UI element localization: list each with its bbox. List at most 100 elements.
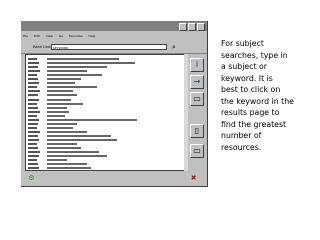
result-tag <box>28 110 40 113</box>
result-tag <box>28 122 38 125</box>
result-text <box>47 66 107 69</box>
result-text <box>47 78 81 81</box>
result-text <box>47 147 81 150</box>
result-text <box>47 86 97 89</box>
result-tag <box>28 78 38 81</box>
result-tag <box>28 126 37 129</box>
menu-edit[interactable]: Edit <box>34 32 40 40</box>
result-row[interactable] <box>28 166 180 170</box>
search-label: Read Line: <box>33 45 52 49</box>
result-text <box>47 134 111 137</box>
result-text <box>47 126 73 129</box>
result-text <box>47 90 73 93</box>
result-text <box>47 58 119 60</box>
result-text <box>47 94 77 97</box>
result-text <box>47 130 87 133</box>
result-tag <box>28 94 38 97</box>
menu-favorites[interactable]: Favorites <box>69 32 83 40</box>
search-input[interactable]: KEYWORD <box>51 44 167 50</box>
result-text <box>47 114 65 117</box>
menu-bar: File Edit View Go Favorites Help <box>23 32 205 40</box>
result-tag <box>28 102 37 105</box>
note-line: find the greatest <box>221 119 287 129</box>
result-tag <box>28 66 38 69</box>
document-button[interactable]: ▯ <box>190 124 204 138</box>
note-line: the keyword in the <box>221 96 294 106</box>
title-bar <box>21 21 207 31</box>
result-text <box>47 151 99 154</box>
result-tag <box>28 86 37 89</box>
note-line: a subject or <box>221 62 267 71</box>
result-tag <box>28 106 38 109</box>
document-icon: ▯ <box>194 126 200 135</box>
result-tag <box>28 163 38 166</box>
result-text <box>47 118 137 121</box>
result-text <box>47 74 102 77</box>
note-line: keyword. It is <box>221 73 273 83</box>
menu-help[interactable]: Help <box>89 32 96 40</box>
result-tag <box>28 134 38 137</box>
close-button[interactable] <box>197 23 205 31</box>
result-text <box>47 167 91 170</box>
result-tag <box>28 159 37 162</box>
result-tag <box>28 70 40 73</box>
binoculars-icon[interactable]: ⌕ <box>172 44 176 51</box>
result-text <box>47 122 77 125</box>
menu-file[interactable]: File <box>23 32 28 40</box>
menu-go[interactable]: Go <box>59 32 63 40</box>
result-text <box>47 155 107 158</box>
paper-icon: ▭ <box>193 146 201 155</box>
note-line: results page to <box>221 108 280 117</box>
result-tag <box>28 62 39 65</box>
info-icon: i <box>195 60 199 69</box>
result-text <box>47 102 83 105</box>
box-button[interactable]: ▭ <box>190 92 204 106</box>
tool-icon[interactable]: ⚙ <box>27 174 36 183</box>
search-toolbar: Read Line: KEYWORD ⌕ <box>21 41 207 54</box>
result-tag <box>28 90 40 93</box>
note-line: number of <box>221 131 262 140</box>
result-text <box>47 139 117 141</box>
result-tag <box>28 82 39 85</box>
result-text <box>47 70 87 73</box>
arrow-right-icon: → <box>193 77 201 86</box>
paper-button[interactable]: ▭ <box>190 144 204 158</box>
result-tag <box>28 151 40 154</box>
result-text <box>47 143 77 146</box>
result-tag <box>28 155 39 158</box>
result-text <box>47 163 87 166</box>
result-tag <box>28 58 37 60</box>
box-icon: ▭ <box>193 94 201 103</box>
result-tag <box>28 167 39 170</box>
app-window: File Edit View Go Favorites Help Read Li… <box>21 21 208 187</box>
result-tag <box>28 143 37 146</box>
result-text <box>47 159 67 162</box>
scrollbar[interactable] <box>184 54 188 171</box>
result-tag <box>28 98 39 101</box>
result-text <box>47 98 71 101</box>
stop-icon[interactable]: ✖ <box>189 174 198 183</box>
results-list <box>25 54 186 171</box>
note-line: For subject <box>221 39 264 48</box>
result-tag <box>28 118 39 121</box>
result-tag <box>28 139 39 141</box>
result-text <box>47 106 67 109</box>
result-tag <box>28 114 37 117</box>
result-tag <box>28 74 37 77</box>
info-button[interactable]: i <box>190 58 204 72</box>
result-tag <box>28 130 40 133</box>
next-button[interactable]: → <box>190 75 204 89</box>
result-text <box>47 110 69 113</box>
result-text <box>47 62 135 65</box>
note-line: resources. <box>221 142 262 152</box>
result-text <box>47 82 75 85</box>
maximize-button[interactable] <box>188 23 196 31</box>
minimize-button[interactable] <box>179 23 187 31</box>
side-toolbar: i → ▭ ▯ ▭ <box>189 54 207 171</box>
bottom-bar: ⚙ ✖ <box>21 171 207 186</box>
note-line: searches, type in <box>221 50 288 60</box>
menu-view[interactable]: View <box>46 32 53 40</box>
instruction-note: For subject searches, type in a subject … <box>221 38 316 153</box>
result-tag <box>28 147 38 150</box>
note-line: best to click on <box>221 85 281 94</box>
